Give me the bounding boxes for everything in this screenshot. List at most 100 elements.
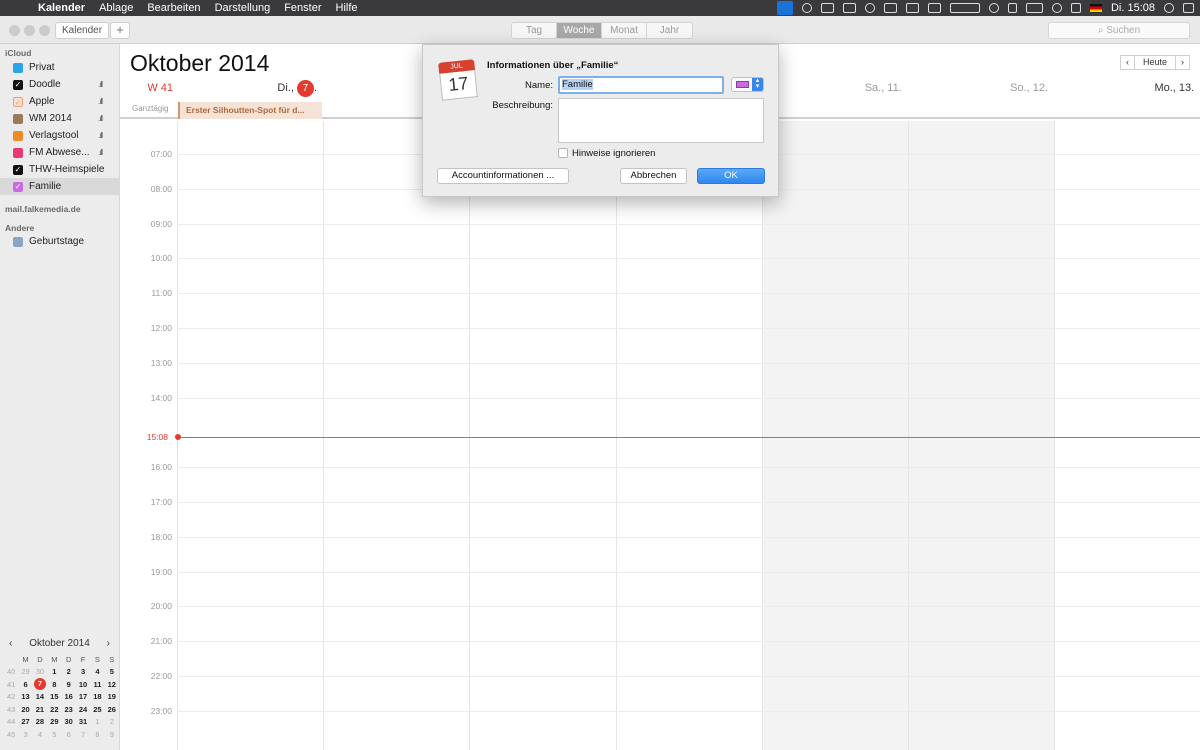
shared-calendar-icon[interactable]: .ıll <box>98 144 103 161</box>
calendar-item-2[interactable]: ✓ Apple .ıll <box>0 93 119 110</box>
ignore-alerts-checkbox[interactable] <box>558 148 568 158</box>
volume-icon[interactable] <box>1070 3 1081 13</box>
day-column[interactable] <box>177 121 323 750</box>
mini-day[interactable]: 20 <box>18 703 32 716</box>
mini-day[interactable]: 21 <box>33 703 47 716</box>
description-field[interactable] <box>558 98 764 143</box>
mini-day[interactable]: 6 <box>18 678 32 691</box>
mini-day[interactable]: 16 <box>62 691 76 704</box>
airplay-icon[interactable] <box>905 3 919 13</box>
mini-day[interactable]: 4 <box>33 728 47 741</box>
status-tool-icon[interactable] <box>820 3 834 13</box>
mini-day[interactable]: 7 <box>76 728 90 741</box>
mini-day[interactable]: 17 <box>76 691 90 704</box>
mini-day[interactable]: 7 <box>33 678 47 691</box>
mini-day[interactable]: 1 <box>47 666 61 679</box>
menu-ablage[interactable]: Ablage <box>92 2 140 14</box>
menu-hilfe[interactable]: Hilfe <box>329 2 365 14</box>
menu-fenster[interactable]: Fenster <box>277 2 328 14</box>
day-header[interactable]: So., 12. <box>902 82 1048 96</box>
mini-day[interactable]: 1 <box>90 716 104 729</box>
minimize-window-icon[interactable] <box>24 25 35 36</box>
spotlight-search-icon[interactable] <box>1164 3 1174 13</box>
day-column[interactable] <box>1054 121 1200 750</box>
calendar-color-checkbox[interactable]: ✓ <box>13 80 23 90</box>
calendar-item-5[interactable]: FM Abwese... .ıll <box>0 144 119 161</box>
bluetooth-icon[interactable] <box>1007 3 1017 13</box>
mini-day[interactable]: 9 <box>105 728 119 741</box>
mini-day[interactable]: 13 <box>18 691 32 704</box>
mini-day[interactable]: 25 <box>90 703 104 716</box>
cancel-button[interactable]: Abbrechen <box>620 168 687 184</box>
today-button[interactable]: Heute <box>1135 55 1175 70</box>
day-header[interactable]: Mo., 13. <box>1048 82 1194 96</box>
mini-day[interactable]: 30 <box>62 716 76 729</box>
prev-week-button[interactable]: ‹ <box>1120 55 1135 70</box>
menubar-clock[interactable]: Di. 15:08 <box>1111 2 1155 14</box>
notification-center-icon[interactable] <box>1183 3 1194 13</box>
calendar-item-6[interactable]: ✓ THW-Heimspiele <box>0 161 119 178</box>
shared-calendar-icon[interactable]: .ıll <box>98 93 103 110</box>
mini-day[interactable]: 4 <box>90 666 104 679</box>
mini-day[interactable]: 30 <box>33 666 47 679</box>
mini-day[interactable]: 14 <box>33 691 47 704</box>
mini-day[interactable]: 2 <box>62 666 76 679</box>
menu-kalender[interactable]: Kalender <box>34 2 92 14</box>
mini-prev-month-button[interactable]: ‹ <box>9 635 12 653</box>
status-sync-icon[interactable] <box>864 3 875 13</box>
calendar-color-checkbox[interactable] <box>13 63 23 73</box>
mini-day[interactable]: 9 <box>62 678 76 691</box>
mini-day[interactable]: 5 <box>47 728 61 741</box>
ok-button[interactable]: OK <box>697 168 765 184</box>
add-event-button[interactable]: + <box>110 22 130 39</box>
calendar-color-checkbox[interactable]: ✓ <box>13 97 23 107</box>
day-column[interactable] <box>323 121 469 750</box>
account-info-button[interactable]: Accountinformationen ... <box>437 168 569 184</box>
mini-day[interactable]: 27 <box>18 716 32 729</box>
menu-bearbeiten[interactable]: Bearbeiten <box>140 2 207 14</box>
calendar-color-checkbox[interactable] <box>13 114 23 124</box>
mini-day[interactable]: 2 <box>105 716 119 729</box>
tab-tag[interactable]: Tag <box>512 23 557 38</box>
shared-calendar-icon[interactable]: .ıll <box>98 76 103 93</box>
calendar-color-checkbox[interactable]: ✓ <box>13 182 23 192</box>
mini-day[interactable]: 23 <box>62 703 76 716</box>
day-column[interactable] <box>615 121 762 750</box>
mini-day[interactable]: 19 <box>105 691 119 704</box>
calendar-color-checkbox[interactable] <box>13 131 23 141</box>
mini-day[interactable]: 11 <box>90 678 104 691</box>
other-calendar-item-0[interactable]: Geburtstage <box>0 233 119 250</box>
mini-day[interactable]: 22 <box>47 703 61 716</box>
time-grid[interactable]: 07:00 08:00 09:00 10:00 11:00 12:00 13:00 14:00… <box>120 121 1200 750</box>
mini-day[interactable]: 10 <box>76 678 90 691</box>
mini-day[interactable]: 12 <box>105 678 119 691</box>
mini-day[interactable]: 29 <box>47 716 61 729</box>
calendars-button[interactable]: Kalender <box>55 22 110 39</box>
mini-day[interactable]: 31 <box>76 716 90 729</box>
tab-jahr[interactable]: Jahr <box>647 23 692 38</box>
mini-next-month-button[interactable]: › <box>107 635 110 653</box>
mini-day[interactable]: 3 <box>76 666 90 679</box>
day-header[interactable]: Di., 7. <box>171 80 317 97</box>
mini-day[interactable]: 8 <box>90 728 104 741</box>
mini-day[interactable]: 3 <box>18 728 32 741</box>
status-app-icon[interactable] <box>776 1 793 15</box>
day-column[interactable] <box>908 121 1055 750</box>
mini-day[interactable]: 6 <box>62 728 76 741</box>
calendar-color-checkbox[interactable] <box>13 237 23 247</box>
tab-monat[interactable]: Monat <box>602 23 647 38</box>
tab-woche[interactable]: Woche <box>557 23 602 38</box>
status-monitor-icon[interactable] <box>949 3 980 13</box>
calendar-item-1[interactable]: ✓ Doodle .ıll <box>0 76 119 93</box>
mini-day[interactable]: 8 <box>47 678 61 691</box>
zoom-window-icon[interactable] <box>39 25 50 36</box>
battery-icon[interactable] <box>1025 3 1043 13</box>
german-flag-icon[interactable] <box>1089 4 1102 12</box>
status-calendar-icon[interactable] <box>883 3 897 13</box>
mini-day[interactable]: 24 <box>76 703 90 716</box>
calendar-item-3[interactable]: WM 2014 .ıll <box>0 110 119 127</box>
status-keyboard-icon[interactable] <box>927 3 941 13</box>
menu-darstellung[interactable]: Darstellung <box>208 2 278 14</box>
calendar-color-checkbox[interactable] <box>13 148 23 158</box>
status-cloud-icon[interactable] <box>842 3 856 13</box>
